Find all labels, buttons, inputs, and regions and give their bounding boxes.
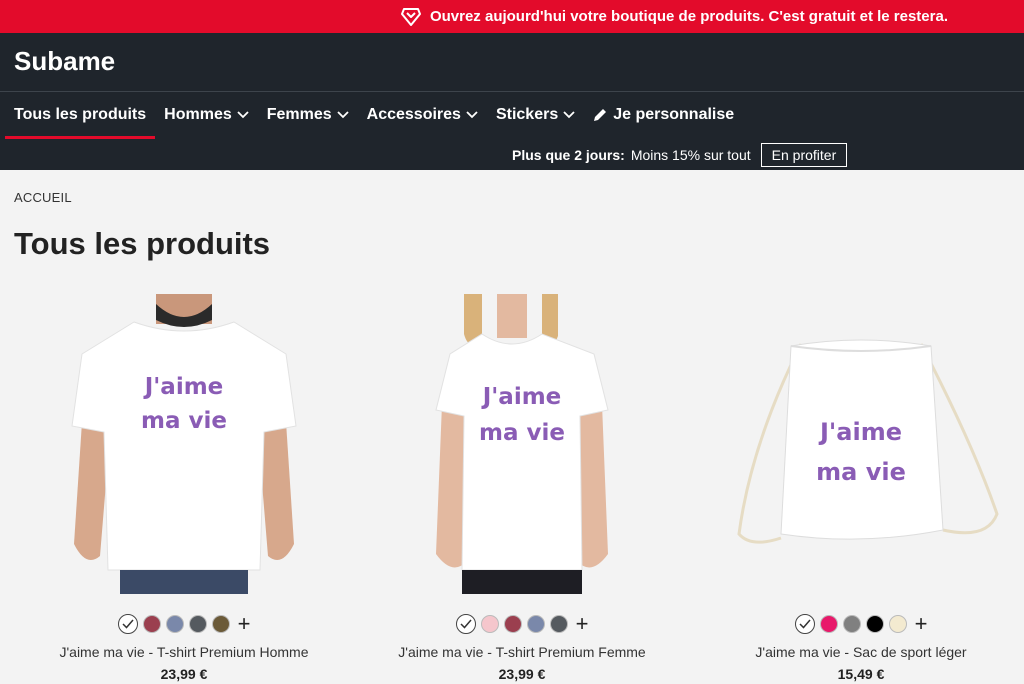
page-title: Tous les produits — [14, 226, 271, 261]
product-image[interactable]: J'aime ma vie — [34, 294, 334, 594]
promo-text: Ouvrez aujourd'hui votre boutique de pro… — [429, 8, 948, 25]
design-text: ma vie — [141, 408, 227, 434]
nav-label: Tous les produits — [14, 106, 147, 123]
nav-label: Accessoires — [366, 106, 461, 123]
offer-button[interactable]: En profiter — [760, 143, 848, 167]
nav-all-products[interactable]: Tous les produits — [0, 92, 156, 139]
site-header: Subame Tous les produits Hommes Femmes A… — [0, 33, 1024, 170]
color-swatches: + — [372, 613, 672, 635]
brand-logo[interactable]: Subame — [14, 46, 115, 77]
color-swatches: + — [34, 613, 334, 635]
product-card[interactable]: J'aime ma vie + J'aime ma vie - T-shirt … — [372, 294, 672, 684]
color-swatch-white-selected[interactable] — [794, 614, 815, 634]
nav-label: Femmes — [266, 106, 332, 123]
check-icon — [799, 619, 811, 629]
nav-stickers[interactable]: Stickers — [487, 92, 584, 138]
product-name[interactable]: J'aime ma vie - Sac de sport léger — [711, 644, 1011, 660]
offer-banner: Plus que 2 jours: Moins 15% sur tout En … — [512, 143, 848, 167]
color-swatch[interactable] — [165, 615, 184, 633]
product-image[interactable]: J'aime ma vie — [711, 294, 1011, 594]
offer-strong: Plus que 2 jours: — [512, 147, 625, 163]
product-card[interactable]: J'aime ma vie + J'aime ma vie - Sac de s… — [711, 294, 1011, 684]
check-icon — [460, 619, 472, 629]
color-swatch[interactable] — [842, 615, 861, 633]
product-price: 23,99 € — [160, 666, 208, 682]
product-image[interactable]: J'aime ma vie — [372, 294, 672, 594]
nav-label: Je personnalise — [613, 106, 735, 123]
product-name[interactable]: J'aime ma vie - T-shirt Premium Femme — [372, 644, 672, 660]
more-colors-button[interactable]: + — [238, 613, 251, 635]
design-text: ma vie — [816, 458, 906, 486]
offer-text: Moins 15% sur tout — [630, 147, 751, 163]
design-text: J'aime — [481, 384, 562, 410]
color-swatch[interactable] — [211, 615, 230, 633]
design-text: J'aime — [818, 418, 902, 446]
product-price: 15,49 € — [837, 666, 885, 682]
color-swatch[interactable] — [480, 615, 499, 633]
color-swatches: + — [711, 613, 1011, 635]
color-swatch-white-selected[interactable] — [117, 614, 138, 634]
chevron-down-icon — [337, 111, 349, 119]
main-nav: Tous les produits Hommes Femmes Accessoi… — [0, 92, 743, 139]
chevron-down-icon — [237, 111, 249, 119]
color-swatch[interactable] — [503, 615, 522, 633]
more-colors-button[interactable]: + — [576, 613, 589, 635]
nav-je-personnalise[interactable]: Je personnalise — [584, 92, 743, 138]
color-swatch[interactable] — [888, 615, 907, 633]
color-swatch[interactable] — [549, 615, 568, 633]
chevron-down-icon — [563, 111, 575, 119]
product-name[interactable]: J'aime ma vie - T-shirt Premium Homme — [34, 644, 334, 660]
color-swatch[interactable] — [142, 615, 161, 633]
promo-banner[interactable]: Ouvrez aujourd'hui votre boutique de pro… — [0, 0, 1024, 33]
color-swatch[interactable] — [865, 615, 884, 633]
color-swatch-white-selected[interactable] — [455, 614, 476, 634]
product-price: 23,99 € — [498, 666, 546, 682]
breadcrumb[interactable]: ACCUEIL — [14, 190, 72, 205]
color-swatch[interactable] — [526, 615, 545, 633]
nav-label: Stickers — [495, 106, 559, 123]
color-swatch[interactable] — [819, 615, 838, 633]
nav-label: Hommes — [164, 106, 232, 123]
color-swatch[interactable] — [188, 615, 207, 633]
diamond-heart-icon — [400, 7, 421, 26]
nav-femmes[interactable]: Femmes — [258, 92, 358, 138]
design-text: ma vie — [479, 420, 565, 446]
nav-hommes[interactable]: Hommes — [155, 92, 258, 138]
check-icon — [122, 619, 134, 629]
product-card[interactable]: J'aime ma vie + J'aime ma vie - T-shirt … — [34, 294, 334, 684]
pencil-icon — [594, 109, 607, 121]
design-text: J'aime — [143, 374, 224, 400]
chevron-down-icon — [466, 111, 478, 119]
nav-accessoires[interactable]: Accessoires — [358, 92, 487, 138]
more-colors-button[interactable]: + — [915, 613, 928, 635]
